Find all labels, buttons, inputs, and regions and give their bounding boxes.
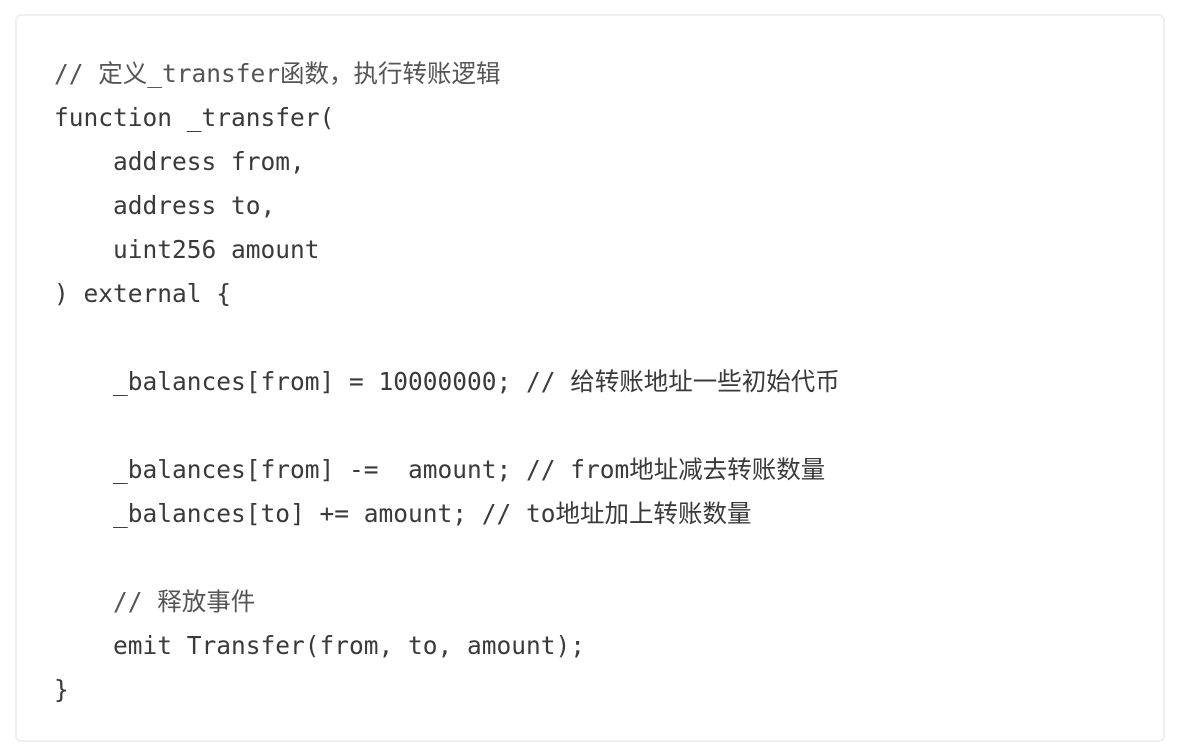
code-line-comment-emit: // 释放事件 xyxy=(54,587,256,616)
code-line-comment-header: // 定义_transfer函数，执行转账逻辑 xyxy=(54,59,501,88)
code-line-function-signature: function _transfer( xyxy=(54,103,335,132)
code-block: // 定义_transfer函数，执行转账逻辑 function _transfe… xyxy=(54,52,840,712)
code-line-add-to: _balances[to] += amount; // to地址加上转账数量 xyxy=(54,499,752,528)
code-card: // 定义_transfer函数，执行转账逻辑 function _transfe… xyxy=(15,14,1165,742)
code-line-param-to: address to, xyxy=(54,191,276,220)
code-line-initial-balance: _balances[from] = 10000000; // 给转账地址一些初始… xyxy=(54,367,840,396)
code-line-param-amount: uint256 amount xyxy=(54,235,320,264)
code-line-param-from: address from, xyxy=(54,147,305,176)
code-line-subtract-from: _balances[from] -= amount; // from地址减去转账… xyxy=(54,455,826,484)
code-line-external-open: ) external { xyxy=(54,279,232,308)
code-line-close-brace: } xyxy=(54,675,69,704)
code-line-emit-transfer: emit Transfer(from, to, amount); xyxy=(54,631,586,660)
